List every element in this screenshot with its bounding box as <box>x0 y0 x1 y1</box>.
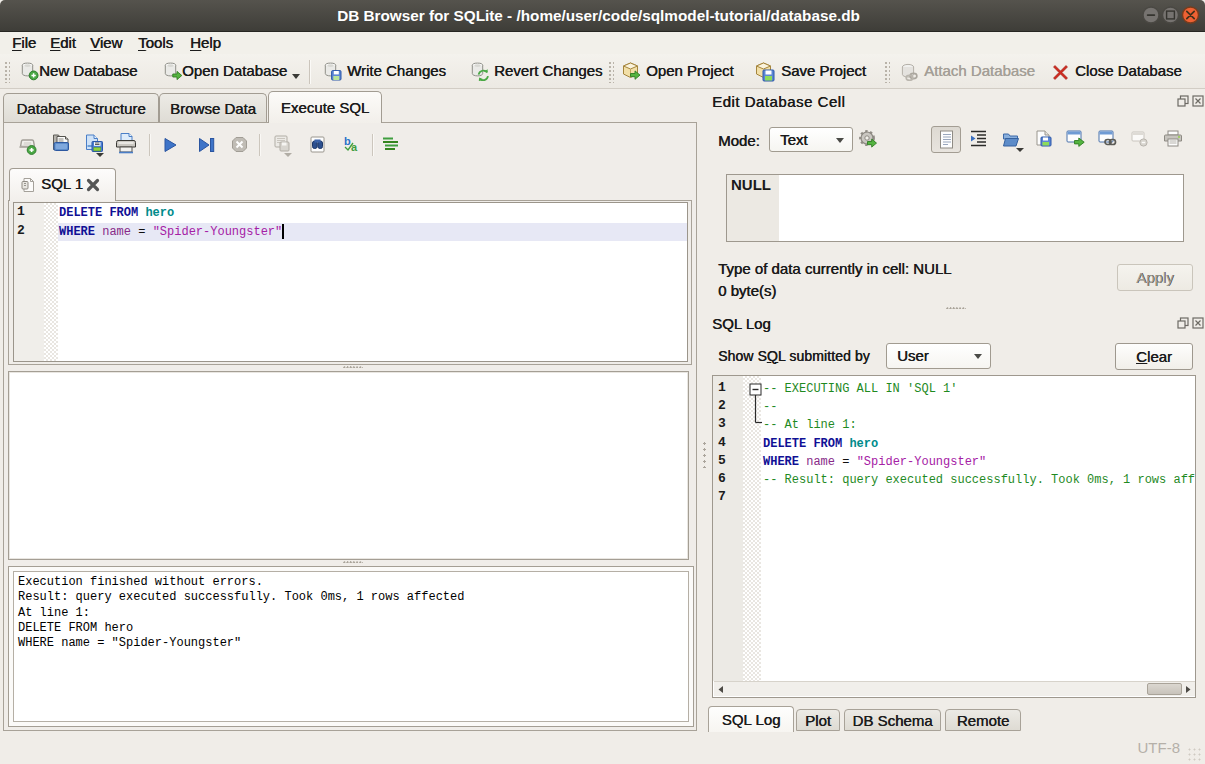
svg-text:b: b <box>344 135 351 147</box>
svg-text:a: a <box>351 141 358 153</box>
